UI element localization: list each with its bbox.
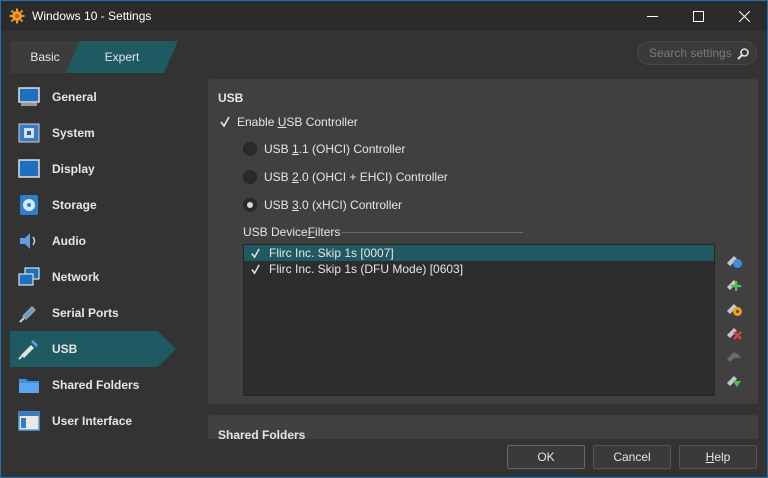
display-icon bbox=[17, 157, 41, 181]
minimize-button[interactable] bbox=[629, 1, 675, 31]
title-bar[interactable]: Windows 10 - Settings bbox=[1, 1, 767, 31]
sidebar-item-label: Display bbox=[52, 162, 95, 176]
usb-settings-panel: USB Enable USB Controller USB 1.1 (OHCI)… bbox=[208, 79, 758, 404]
sidebar-item-serial-ports[interactable]: Serial Ports bbox=[10, 295, 200, 331]
window-controls bbox=[629, 1, 767, 31]
sidebar-item-general[interactable]: General bbox=[10, 79, 200, 115]
dialog-footer: OK Cancel Help bbox=[1, 439, 767, 477]
checkmark-icon[interactable] bbox=[250, 248, 262, 259]
sidebar-item-system[interactable]: System bbox=[10, 115, 200, 151]
search-input[interactable]: Search settings bbox=[637, 41, 757, 65]
move-filter-up-icon bbox=[727, 352, 741, 362]
mode-basic-label: Basic bbox=[30, 50, 60, 64]
ok-button[interactable]: OK bbox=[507, 445, 585, 469]
help-label: Help bbox=[705, 450, 731, 464]
usb-filters-list[interactable]: Flirc Inc. Skip 1s [0007] Flirc Inc. Ski… bbox=[243, 244, 715, 396]
mode-expert-tab[interactable]: Expert bbox=[66, 41, 178, 73]
folder-icon bbox=[17, 373, 41, 397]
monitor-general-icon bbox=[17, 85, 41, 109]
edit-filter-icon bbox=[727, 304, 742, 316]
filter-label: Flirc Inc. Skip 1s [0007] bbox=[269, 246, 394, 260]
cancel-label: Cancel bbox=[613, 450, 651, 464]
sidebar-item-shared-folders[interactable]: Shared Folders bbox=[10, 367, 200, 403]
shared-folders-panel: Shared Folders bbox=[208, 415, 758, 439]
sidebar-item-storage[interactable]: Storage bbox=[10, 187, 200, 223]
usb-1-1-label: USB 1.1 (OHCI) Controller bbox=[264, 142, 406, 156]
close-button[interactable] bbox=[721, 1, 767, 31]
sidebar-item-user-interface[interactable]: User Interface bbox=[10, 403, 200, 439]
move-filter-up-button[interactable] bbox=[725, 347, 743, 365]
usb-1-1-radio[interactable]: USB 1.1 (OHCI) Controller bbox=[243, 142, 405, 156]
sidebar-item-label: Serial Ports bbox=[52, 306, 119, 320]
section-divider bbox=[341, 232, 523, 233]
network-icon bbox=[17, 265, 41, 289]
settings-sidebar: General System Display Storage Audio Net… bbox=[10, 79, 200, 439]
usb-icon bbox=[17, 337, 41, 361]
sidebar-item-label: Network bbox=[52, 270, 100, 284]
mode-switch: Basic Expert bbox=[10, 41, 178, 73]
add-empty-filter-button[interactable] bbox=[725, 251, 743, 269]
list-item[interactable]: Flirc Inc. Skip 1s (DFU Mode) [0603] bbox=[244, 261, 714, 277]
sidebar-item-display[interactable]: Display bbox=[10, 151, 200, 187]
search-icon bbox=[737, 48, 749, 60]
sidebar-item-audio[interactable]: Audio bbox=[10, 223, 200, 259]
sidebar-item-label: User Interface bbox=[52, 414, 133, 428]
checkmark-icon[interactable] bbox=[250, 264, 262, 275]
speaker-icon bbox=[17, 229, 41, 253]
usb-2-0-radio[interactable]: USB 2.0 (OHCI + EHCI) Controller bbox=[243, 170, 448, 184]
add-filter-from-device-icon bbox=[727, 280, 742, 291]
remove-filter-icon bbox=[727, 328, 742, 340]
add-empty-filter-icon bbox=[727, 256, 742, 268]
close-icon bbox=[738, 10, 750, 22]
move-filter-down-icon bbox=[727, 376, 741, 387]
maximize-icon bbox=[692, 10, 704, 22]
chip-icon bbox=[17, 121, 41, 145]
enable-usb-label: Enable USB Controller bbox=[237, 115, 358, 129]
serial-port-icon bbox=[17, 301, 41, 325]
remove-filter-button[interactable] bbox=[725, 323, 743, 341]
cancel-button[interactable]: Cancel bbox=[593, 445, 671, 469]
mode-expert-label: Expert bbox=[104, 50, 140, 64]
usb-2-0-label: USB 2.0 (OHCI + EHCI) Controller bbox=[264, 170, 448, 184]
window-icon bbox=[17, 409, 41, 433]
help-button[interactable]: Help bbox=[679, 445, 757, 469]
sidebar-item-network[interactable]: Network bbox=[10, 259, 200, 295]
window-title: Windows 10 - Settings bbox=[32, 9, 152, 23]
disk-icon bbox=[17, 193, 41, 217]
virtualbox-app-icon bbox=[9, 8, 25, 24]
edit-filter-button[interactable] bbox=[725, 299, 743, 317]
sidebar-item-label: Audio bbox=[52, 234, 86, 248]
maximize-button[interactable] bbox=[675, 1, 721, 31]
radio-indicator bbox=[243, 170, 257, 184]
enable-usb-controller-checkbox[interactable]: Enable USB Controller bbox=[218, 115, 358, 129]
move-filter-down-button[interactable] bbox=[725, 371, 743, 389]
usb-3-0-radio[interactable]: USB 3.0 (xHCI) Controller bbox=[243, 198, 402, 212]
minimize-icon bbox=[646, 15, 658, 17]
sidebar-item-label: Storage bbox=[52, 198, 97, 212]
sidebar-item-usb[interactable]: USB bbox=[10, 331, 176, 367]
usb-3-0-label: USB 3.0 (xHCI) Controller bbox=[264, 198, 403, 212]
sidebar-item-label: General bbox=[52, 90, 97, 104]
checkmark-icon bbox=[218, 116, 231, 129]
sidebar-item-label: USB bbox=[52, 342, 78, 356]
sidebar-item-label: Shared Folders bbox=[52, 378, 140, 392]
settings-window: Windows 10 - Settings Basic Expert Searc… bbox=[0, 0, 768, 478]
radio-indicator bbox=[243, 142, 257, 156]
list-item[interactable]: Flirc Inc. Skip 1s [0007] bbox=[244, 245, 714, 261]
filter-label: Flirc Inc. Skip 1s (DFU Mode) [0603] bbox=[269, 262, 464, 276]
usb-section-title: USB bbox=[218, 91, 244, 105]
ok-label: OK bbox=[537, 450, 555, 464]
radio-indicator-selected bbox=[243, 198, 257, 212]
add-filter-from-device-button[interactable] bbox=[725, 275, 743, 293]
shared-folders-section-title: Shared Folders bbox=[218, 428, 306, 439]
sidebar-item-label: System bbox=[52, 126, 95, 140]
search-placeholder: Search settings bbox=[649, 46, 732, 60]
filter-toolbar bbox=[725, 251, 745, 395]
